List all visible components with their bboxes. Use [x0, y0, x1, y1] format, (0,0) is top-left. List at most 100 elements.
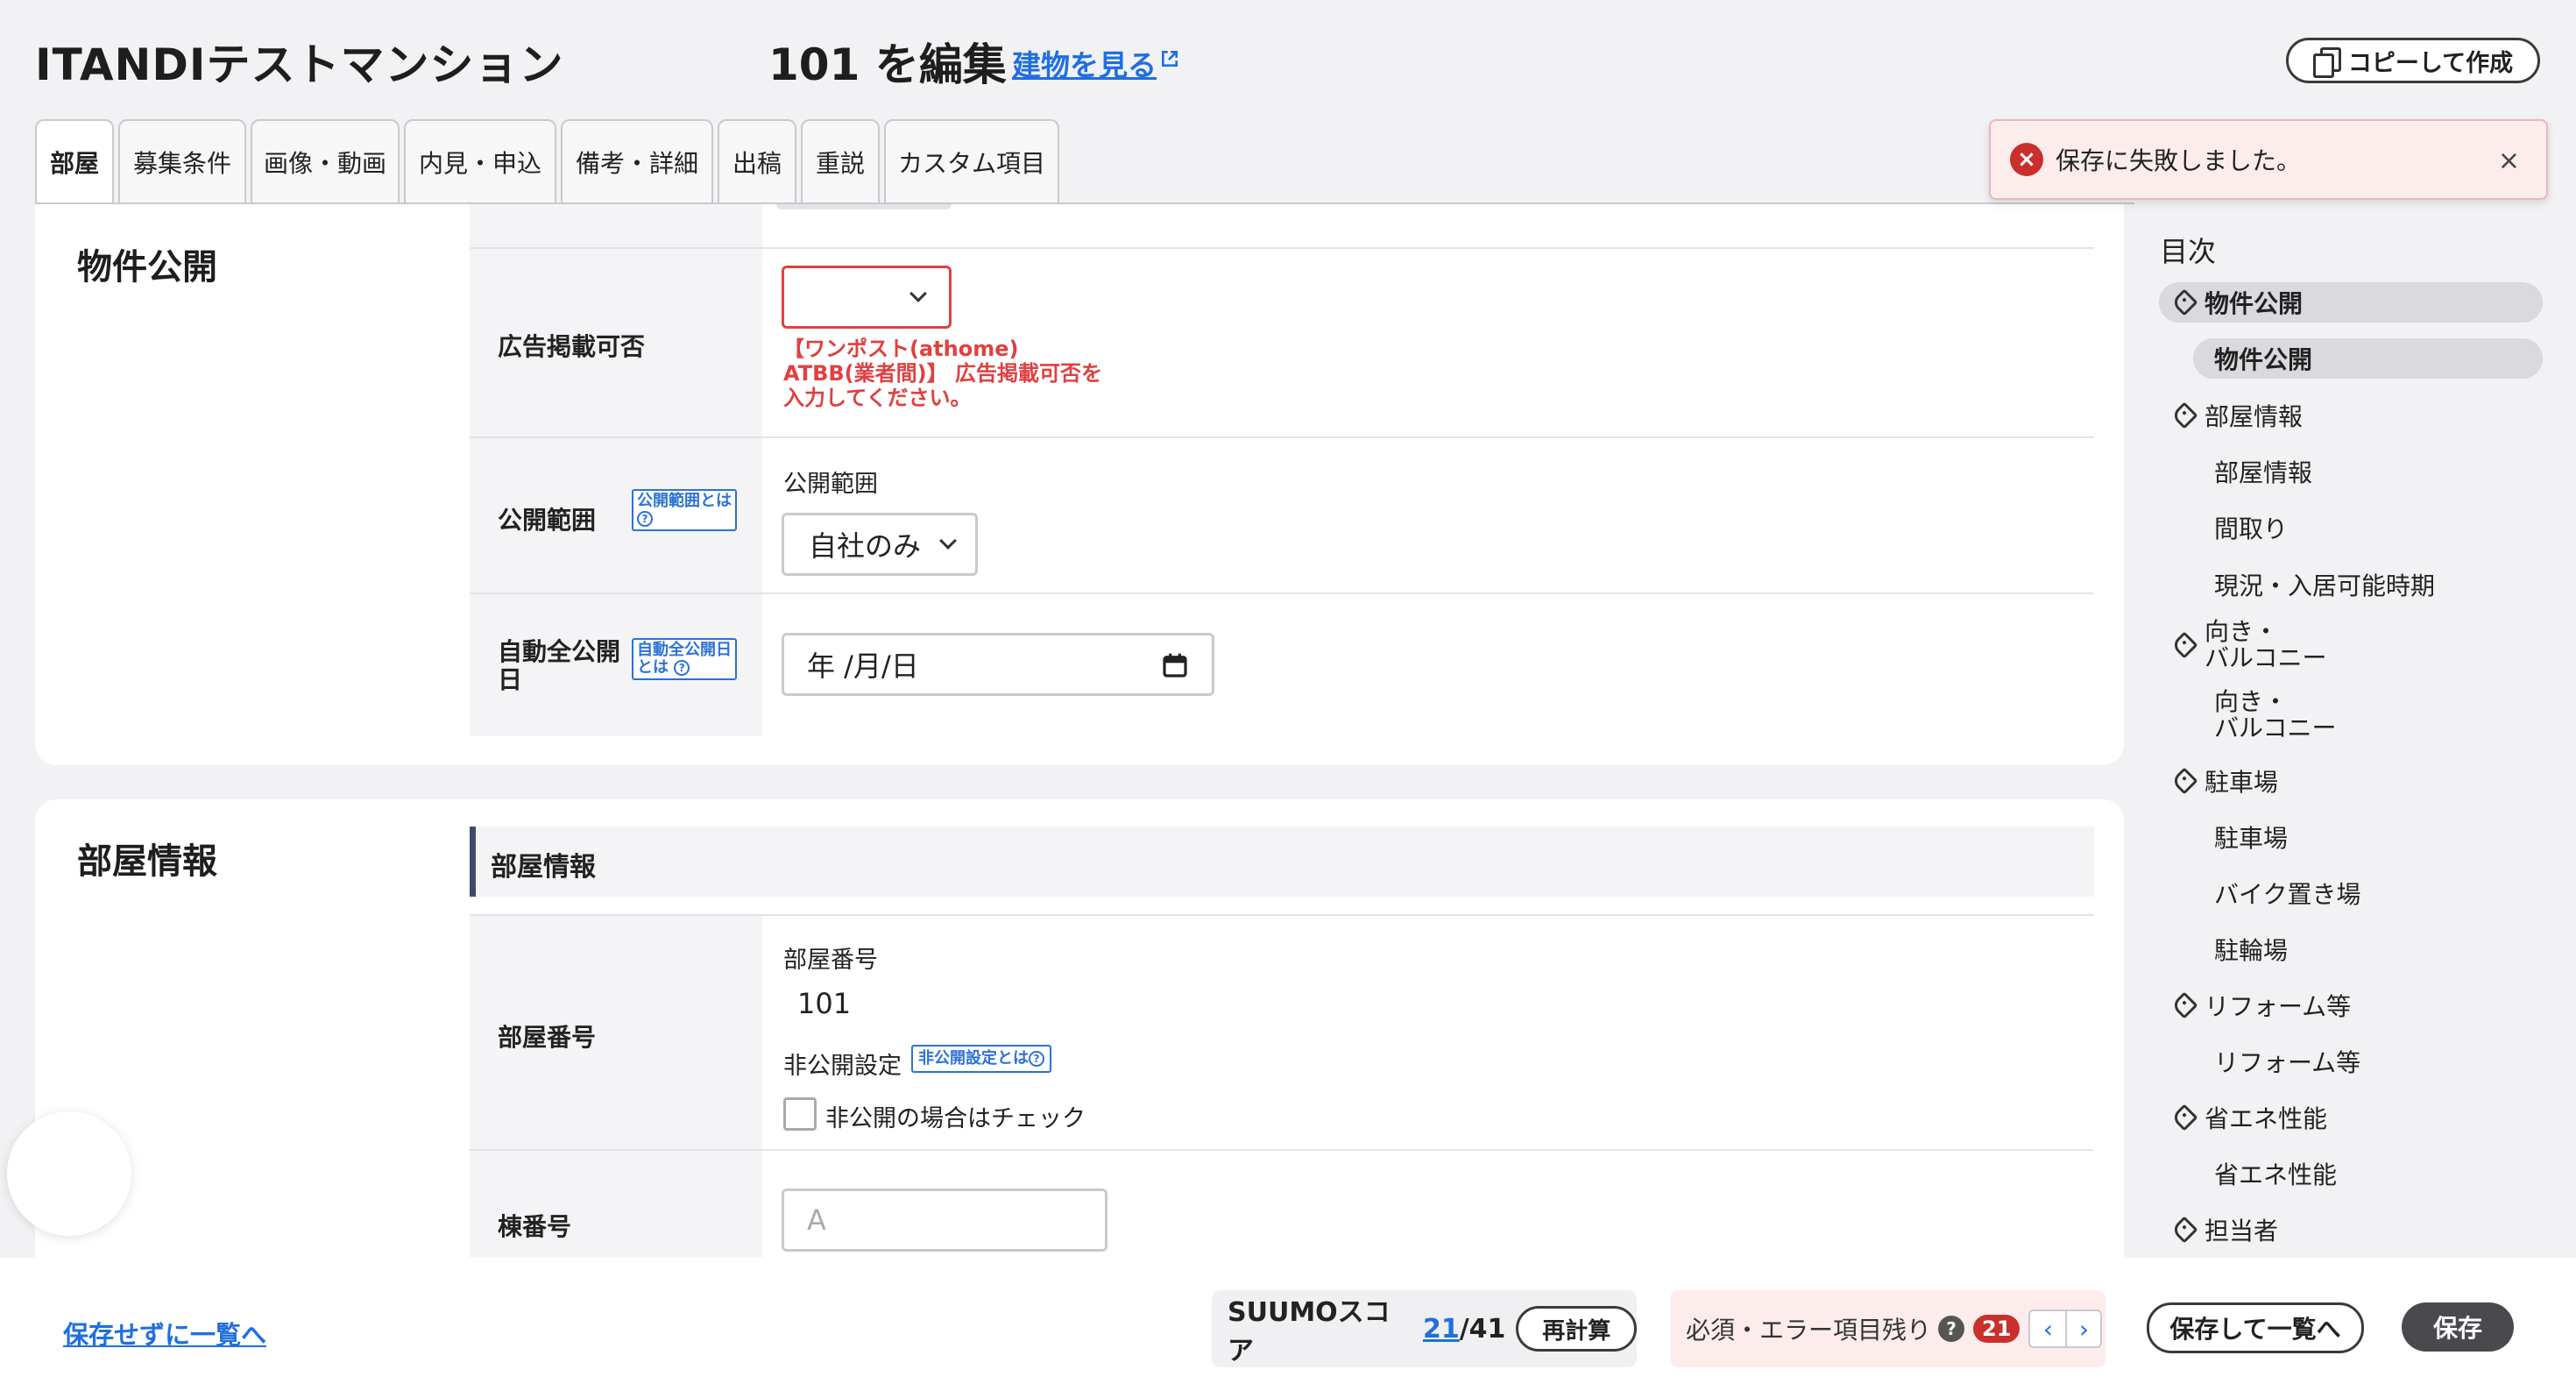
private-caption: 非公開設定 — [783, 1053, 902, 1080]
tab-room[interactable]: 部屋 — [35, 119, 114, 203]
room-number-caption: 部屋番号 — [783, 947, 878, 974]
chevron-left-icon[interactable]: ‹ — [2030, 1311, 2065, 1346]
ad-permission-label: 広告掲載可否 — [498, 332, 646, 361]
toc-subitem-status[interactable]: 現況・入居可能時期 — [2214, 567, 2435, 602]
recalculate-button[interactable]: 再計算 — [1516, 1306, 1637, 1352]
toc-subitem-reform[interactable]: リフォーム等 — [2214, 1044, 2360, 1079]
scope-help-badge[interactable]: 公開範囲とは ? — [632, 489, 737, 531]
private-help-badge[interactable]: 非公開設定とは? — [911, 1045, 1051, 1073]
tab-images-video[interactable]: 画像・動画 — [251, 119, 400, 203]
ad-permission-error: 【ワンポスト(athome) ATBB(業者間)】 広告掲載可否を 入力してくだ… — [783, 337, 1102, 410]
help-icon[interactable]: ? — [1938, 1316, 1965, 1342]
tab-important-matters[interactable]: 重説 — [801, 119, 880, 203]
floating-action-button[interactable] — [7, 1111, 131, 1236]
toc-label: 省エネ性能 — [2204, 1104, 2328, 1133]
suumo-label: SUUMOスコア — [1228, 1297, 1391, 1366]
toc-item-room-info[interactable]: 部屋情報 — [2170, 398, 2303, 433]
toast-message: 保存に失敗しました。 — [2056, 146, 2302, 175]
row-divider — [470, 593, 2094, 594]
copy-icon — [2312, 47, 2341, 78]
row-divider — [470, 1149, 2094, 1151]
toc-subitem-orientation[interactable]: 向き・ バルコニー — [2214, 689, 2336, 742]
error-icon: × — [2010, 143, 2043, 176]
tag-icon — [2170, 1216, 2198, 1244]
toc-item-parking[interactable]: 駐車場 — [2170, 763, 2279, 798]
toc-subitem-energy[interactable]: 省エネ性能 — [2214, 1156, 2337, 1191]
toc-subitem-bicycle-parking[interactable]: 駐輪場 — [2214, 932, 2288, 967]
calendar-icon — [1163, 653, 1187, 678]
save-and-list-button[interactable]: 保存して一覧へ — [2147, 1302, 2364, 1353]
tag-icon — [2170, 401, 2198, 429]
auto-publish-date-input[interactable]: 年 /月/日 — [782, 633, 1214, 696]
clipped-field-edge — [776, 204, 952, 209]
toc-subitem-layout[interactable]: 間取り — [2214, 510, 2288, 545]
close-icon[interactable]: × — [2498, 145, 2520, 176]
date-placeholder: 年 /月/日 — [807, 649, 919, 683]
ad-permission-select[interactable] — [782, 266, 952, 329]
private-checkbox-label: 非公開の場合はチェック — [825, 1105, 1086, 1132]
building-number-input[interactable]: A — [782, 1189, 1108, 1252]
suumo-score-box: SUUMOスコア 21 /41 再計算 — [1212, 1290, 1637, 1367]
room-subheader — [470, 827, 2094, 897]
chevron-down-icon — [939, 532, 957, 550]
question-icon: ? — [1029, 1051, 1044, 1067]
row-divider — [470, 247, 2094, 249]
external-link-icon — [1161, 50, 1178, 67]
toc-label: 駐車場 — [2204, 768, 2279, 797]
building-number-label: 棟番号 — [498, 1212, 572, 1241]
publish-section-title: 物件公開 — [77, 247, 217, 287]
suumo-score[interactable]: 21 — [1423, 1314, 1460, 1345]
copy-create-button[interactable]: コピーして作成 — [2286, 38, 2540, 83]
auto-publish-label: 自動全公開日 — [498, 637, 621, 694]
error-nav: ‹ › — [2028, 1309, 2103, 1348]
required-label: 必須・エラー項目残り — [1686, 1316, 1932, 1345]
suumo-total: /41 — [1459, 1313, 1506, 1345]
room-number-label: 部屋番号 — [498, 1023, 597, 1052]
page-title: 101 を編集 — [768, 39, 1007, 90]
toc-subitem-bike-parking[interactable]: バイク置き場 — [2214, 876, 2360, 911]
tag-icon — [2170, 991, 2198, 1019]
toc-item-orientation[interactable]: 向き・ バルコニー — [2170, 617, 2327, 672]
scope-value: 自社のみ — [809, 529, 922, 563]
copy-create-label: コピーして作成 — [2347, 49, 2514, 77]
toc-item-reform[interactable]: リフォーム等 — [2170, 988, 2351, 1023]
tab-posting[interactable]: 出稿 — [718, 119, 796, 203]
toc-subitem-room-info[interactable]: 部屋情報 — [2214, 454, 2312, 489]
row-divider — [470, 914, 2094, 916]
scope-select[interactable]: 自社のみ — [782, 513, 978, 576]
building-number-placeholder: A — [807, 1203, 826, 1237]
tab-viewing-application[interactable]: 内見・申込 — [404, 119, 556, 203]
tab-recruit-conditions[interactable]: 募集条件 — [118, 119, 246, 203]
tag-icon — [2170, 631, 2198, 659]
toc-subitem-publish[interactable]: 物件公開 — [2193, 338, 2543, 379]
auto-publish-help-badge[interactable]: 自動全公開日とは ? — [632, 638, 737, 680]
error-toast: × 保存に失敗しました。 × — [1989, 119, 2548, 200]
error-line: ATBB(業者間)】 広告掲載可否を — [783, 361, 1102, 386]
scope-help-text: 公開範囲とは — [637, 492, 732, 510]
toc-label: 物件公開 — [2214, 345, 2313, 374]
tab-custom-items[interactable]: カスタム項目 — [884, 119, 1059, 203]
chevron-right-icon[interactable]: › — [2065, 1311, 2100, 1346]
save-button[interactable]: 保存 — [2402, 1302, 2514, 1352]
view-building-link[interactable]: 建物を見る — [1012, 42, 1179, 84]
scope-caption: 公開範囲 — [783, 471, 878, 498]
toc-item-energy[interactable]: 省エネ性能 — [2170, 1100, 2328, 1135]
toc-subitem-parking[interactable]: 駐車場 — [2214, 820, 2288, 855]
toc-item-staff[interactable]: 担当者 — [2170, 1212, 2278, 1247]
question-icon: ? — [674, 660, 690, 676]
tag-icon — [2170, 288, 2198, 316]
chevron-down-icon — [909, 285, 927, 302]
row-divider — [470, 436, 2094, 438]
required-count-badge: 21 — [1973, 1315, 2020, 1343]
private-help-text: 非公開設定とは — [918, 1049, 1029, 1068]
room-section-title: 部屋情報 — [77, 841, 217, 882]
toc-label: 物件公開 — [2204, 289, 2304, 318]
error-line: 入力してください。 — [783, 386, 972, 410]
tab-notes-details[interactable]: 備考・詳細 — [561, 119, 713, 203]
scope-label: 公開範囲 — [498, 506, 597, 535]
toc-item-publish[interactable]: 物件公開 — [2159, 282, 2543, 323]
back-without-save-link[interactable]: 保存せずに一覧へ — [63, 1315, 266, 1352]
private-checkbox[interactable] — [783, 1097, 817, 1131]
toc-label: 向き・ バルコニー — [2204, 617, 2327, 672]
room-subheader-title: 部屋情報 — [491, 852, 596, 883]
